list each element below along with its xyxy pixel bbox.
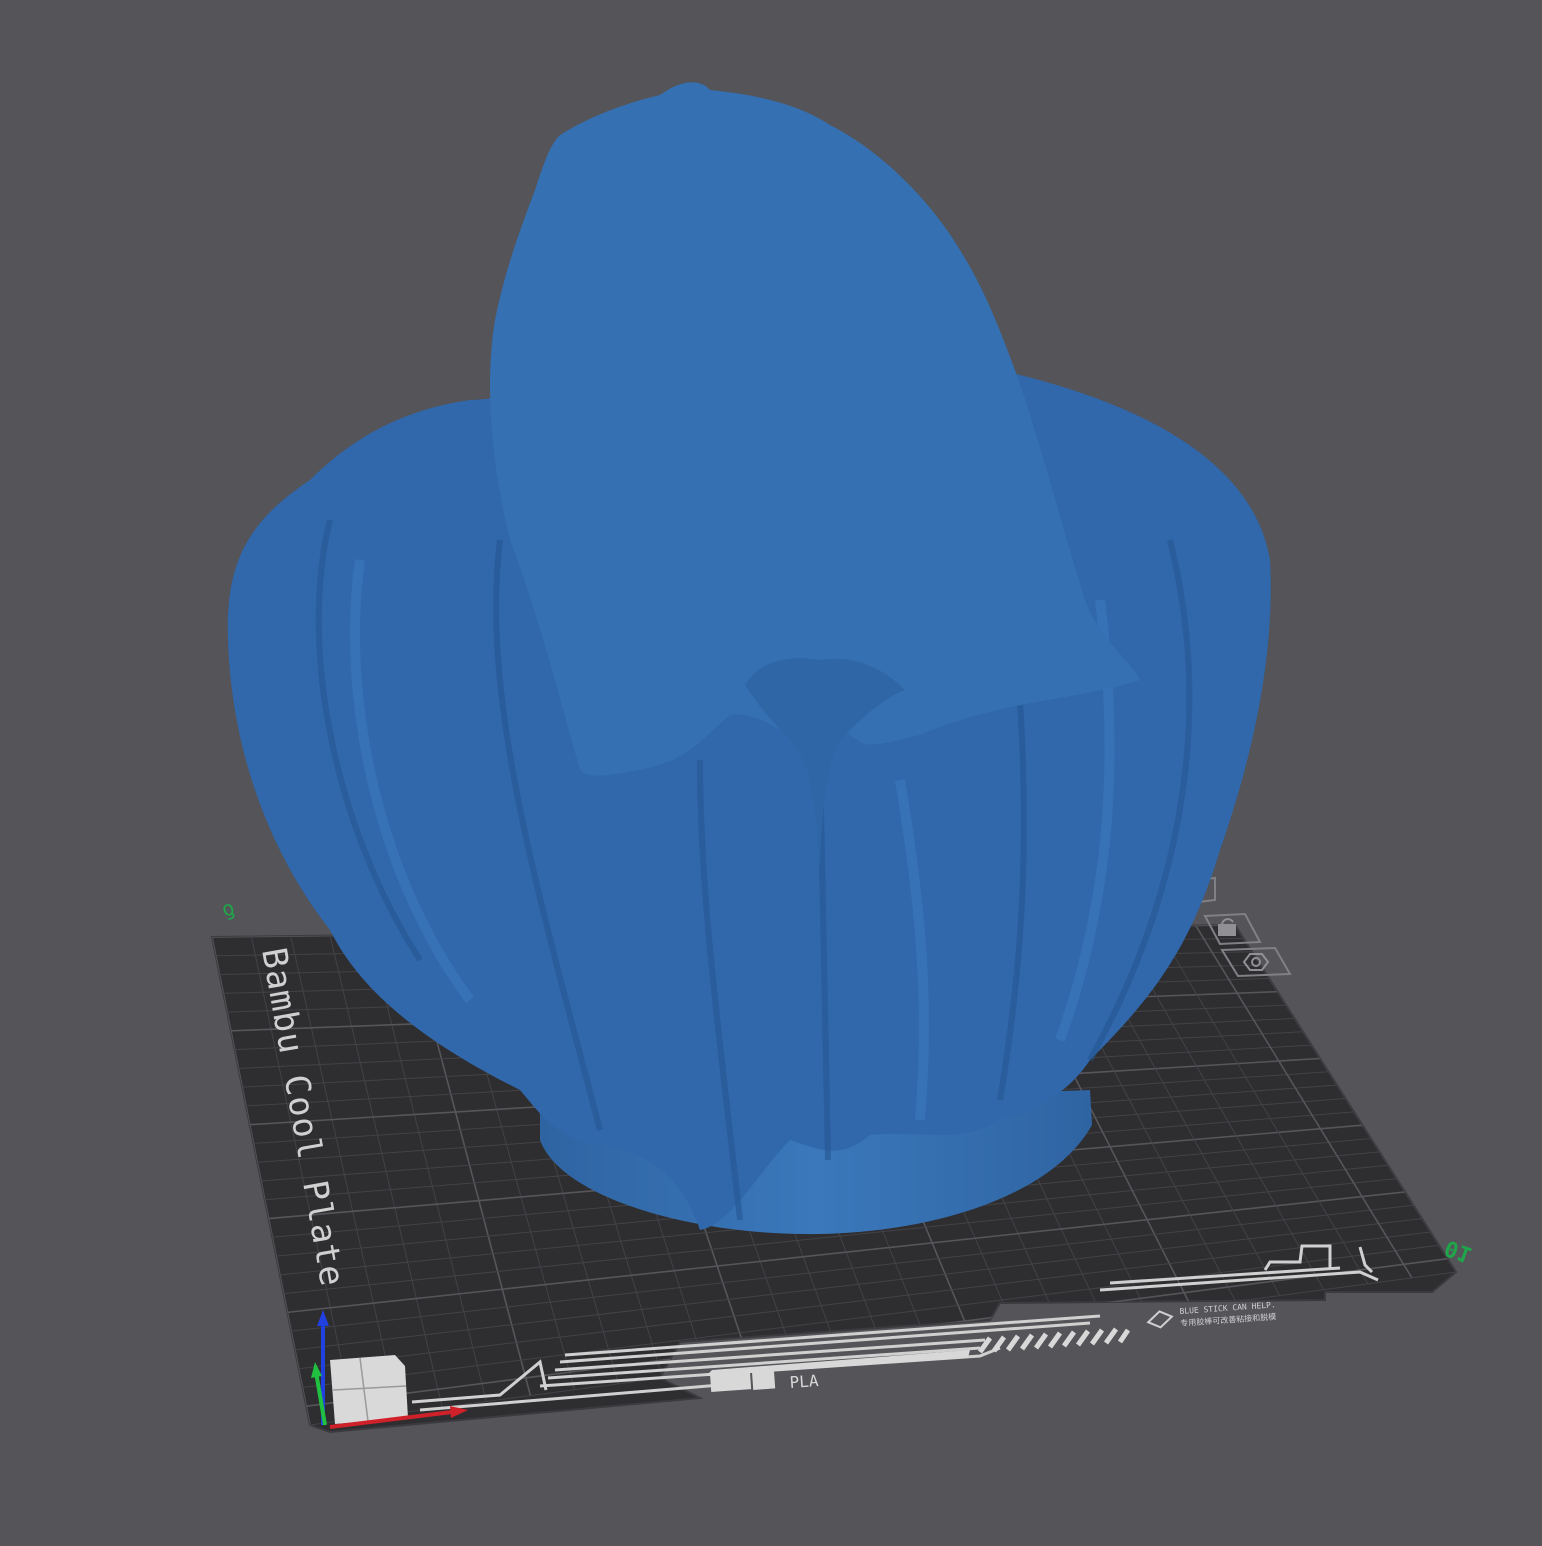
plate-notice: BLUE STICK CAN HELP. 专用胶棒可改善粘接和脱模 (1146, 1300, 1276, 1329)
filament-label: PLA (789, 1371, 820, 1392)
plate-corner-marker: ƍ (218, 895, 238, 922)
3d-viewport[interactable]: PLA BLUE STICK CAN HELP. 专用胶棒可改善粘接和脱模 Ba… (0, 0, 1542, 1542)
plate-origin-square (330, 1355, 408, 1424)
plate-hatch-block (977, 1327, 1131, 1354)
scene-canvas[interactable]: PLA BLUE STICK CAN HELP. 专用胶棒可改善粘接和脱模 Ba… (0, 0, 1542, 1542)
